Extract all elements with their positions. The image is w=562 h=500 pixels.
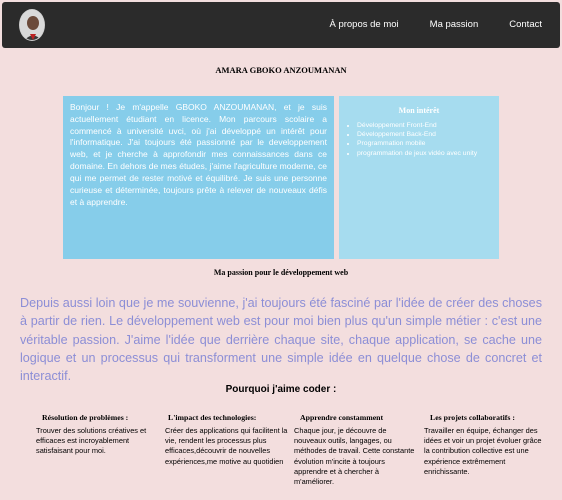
- passion-title: Ma passion pour le développement web: [213, 268, 349, 277]
- page-title: AMARA GBOKO ANZOUMANAN: [215, 65, 347, 75]
- card-title: L'impact des technologies:: [168, 413, 257, 422]
- list-item: programmation de jeux vidéo avec unity: [357, 149, 493, 158]
- bio-text: Bonjour ! Je m'appelle GBOKO ANZOUMANAN,…: [70, 102, 327, 207]
- list-item: Développement Front-End: [357, 121, 493, 130]
- reasons-cards: Résolution de problèmes : Trouver des so…: [22, 413, 542, 500]
- card-text: Chaque jour, je découvre de nouveaux out…: [294, 426, 415, 487]
- reason-card-collaboration: Les projets collaboratifs : Travailler e…: [424, 413, 542, 477]
- reason-card-learning: Apprendre constamment Chaque jour, je dé…: [294, 413, 420, 487]
- navbar: À propos de moi Ma passion Contact: [2, 2, 560, 48]
- list-item: Programmation mobile: [357, 139, 493, 148]
- nav-link-passion[interactable]: Ma passion: [430, 19, 479, 30]
- why-code-title: Pourquoi j'aime coder :: [225, 384, 337, 395]
- card-text: Travailler en équipe, échanger des idées…: [424, 426, 542, 476]
- avatar[interactable]: [19, 9, 45, 41]
- interest-title: Mon intérêt: [398, 106, 440, 115]
- list-item: Développement Back-End: [357, 130, 493, 139]
- card-text: Trouver des solutions créatives et effic…: [36, 426, 147, 456]
- card-text: Créer des applications qui facilitent la…: [165, 426, 288, 466]
- interest-box: Mon intérêt Développement Front-End Déve…: [339, 96, 499, 259]
- card-title: Résolution de problèmes :: [42, 413, 129, 422]
- passion-text: Depuis aussi loin que je me souvienne, j…: [20, 296, 542, 383]
- card-title: Apprendre constamment: [300, 413, 384, 422]
- nav-link-contact[interactable]: Contact: [509, 19, 542, 30]
- nav-links: À propos de moi Ma passion Contact: [329, 19, 542, 30]
- profile-photo-icon: [20, 10, 44, 40]
- card-title: Les projets collaboratifs :: [430, 413, 515, 422]
- bio-box: Bonjour ! Je m'appelle GBOKO ANZOUMANAN,…: [63, 96, 334, 259]
- interest-list: Développement Front-End Développement Ba…: [345, 121, 493, 158]
- reason-card-problem-solving: Résolution de problèmes : Trouver des so…: [22, 413, 148, 457]
- nav-link-about[interactable]: À propos de moi: [329, 19, 398, 30]
- reason-card-tech-impact: L'impact des technologies: Créer des app…: [165, 413, 291, 467]
